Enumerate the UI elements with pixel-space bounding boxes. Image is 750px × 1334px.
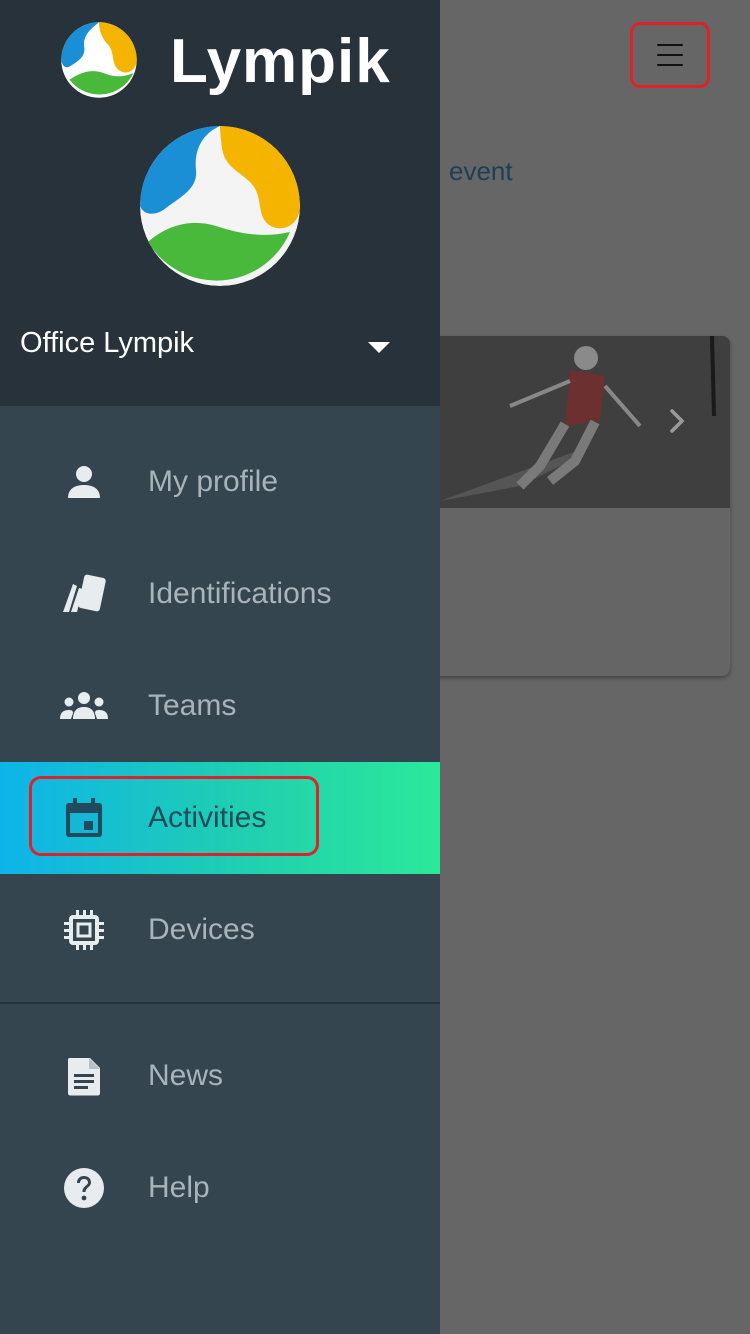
help-icon xyxy=(60,1168,108,1208)
document-icon xyxy=(60,1056,108,1096)
avatar[interactable] xyxy=(140,126,300,286)
nav-item-teams[interactable]: Teams xyxy=(0,650,440,762)
chip-icon xyxy=(60,910,108,950)
nav-item-activities[interactable]: Activities xyxy=(0,762,440,874)
cards-icon xyxy=(60,574,108,614)
group-icon xyxy=(60,686,108,726)
nav-item-identifications[interactable]: Identifications xyxy=(0,538,440,650)
menu-button[interactable] xyxy=(630,22,710,88)
caret-down-icon[interactable] xyxy=(368,342,390,353)
nav-item-label: Devices xyxy=(148,913,255,946)
drawer-header: Lympik Office Lympik xyxy=(0,0,440,406)
brand-name: Lympik xyxy=(170,27,391,96)
hamburger-icon xyxy=(657,44,683,66)
nav-item-news[interactable]: News xyxy=(0,1020,440,1132)
event-link: event xyxy=(449,156,513,186)
event-card xyxy=(400,336,730,676)
nav-item-label: Help xyxy=(148,1171,210,1204)
person-icon xyxy=(60,462,108,502)
calendar-icon xyxy=(60,798,108,838)
nav-item-label: Teams xyxy=(148,689,237,722)
nav-item-label: My profile xyxy=(148,465,279,498)
account-name[interactable]: Office Lympik xyxy=(20,327,194,360)
drawer-divider xyxy=(0,1002,440,1004)
nav-item-devices[interactable]: Devices xyxy=(0,874,440,986)
navigation-drawer: Lympik Office Lympik My profile Identifi… xyxy=(0,0,440,1334)
avatar-logo-icon xyxy=(140,126,300,286)
chevron-right-icon[interactable] xyxy=(662,406,692,436)
nav-item-label: Activities xyxy=(148,801,267,834)
nav-item-help[interactable]: Help xyxy=(0,1132,440,1244)
nav-item-label: Identifications xyxy=(148,577,332,610)
lympik-logo-icon xyxy=(61,22,137,98)
nav-item-my-profile[interactable]: My profile xyxy=(0,426,440,538)
nav-item-label: News xyxy=(148,1059,224,1092)
